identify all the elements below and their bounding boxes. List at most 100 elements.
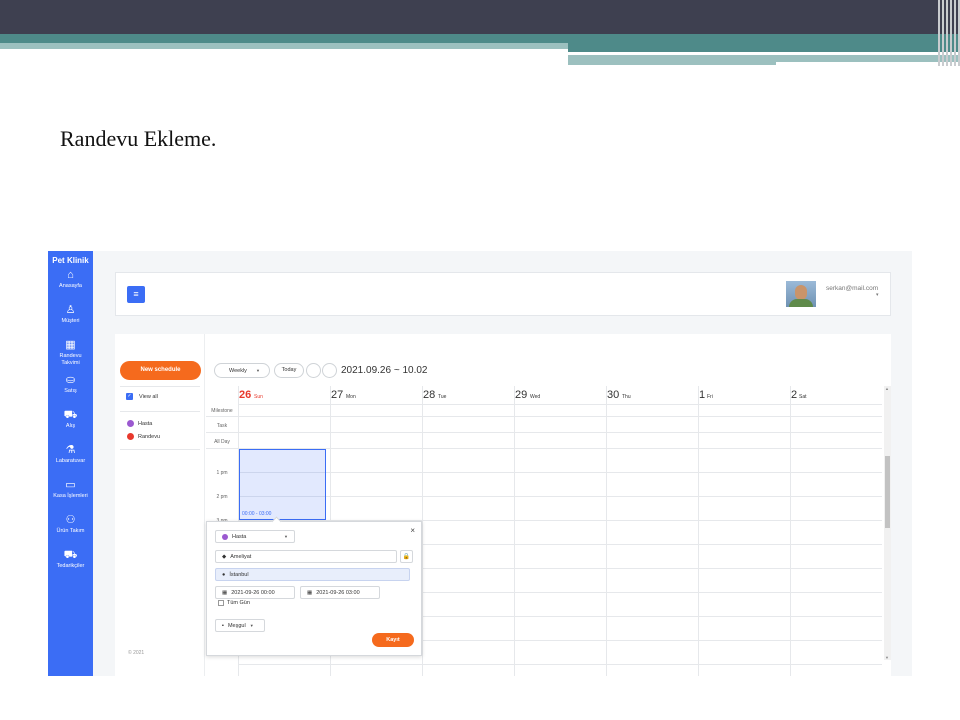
close-icon[interactable]: × (410, 526, 415, 535)
chevron-down-icon[interactable]: ▼ (885, 655, 889, 660)
avatar[interactable] (786, 281, 816, 307)
end-date-field[interactable]: ▦ 2021-09-26 03:00 (300, 586, 380, 599)
slide: Randevu Ekleme. Pet Klinik ⌂ Anasayfa ♙ … (0, 0, 960, 720)
user-icon: ♙ (65, 304, 76, 316)
sidebar-item-randevu-takvimi[interactable]: ▦ Randevu Takvimi (48, 339, 93, 374)
day-header: 1 Fri (698, 386, 790, 405)
sidebar-item-kasa-islemleri[interactable]: ▭ Kasa İşlemleri (48, 479, 93, 514)
time-selection[interactable]: 00:00 - 03:00 (239, 449, 326, 520)
sidebar: Pet Klinik ⌂ Anasayfa ♙ Müşteri ▦ Randev… (48, 251, 93, 676)
grid-line (238, 496, 882, 497)
top-header: ≡ serkan@mail.com ▾ (115, 272, 891, 316)
start-date-value: 2021-09-26 00:00 (231, 589, 275, 596)
row-label-all-day: All Day (214, 439, 230, 445)
sidebar-item-musteri[interactable]: ♙ Müşteri (48, 304, 93, 339)
location-pin-icon: ● (222, 571, 226, 578)
grid-line (514, 405, 515, 676)
sidebar-item-label: Randevu Takvimi (59, 353, 82, 366)
truck-icon: ⛟ (63, 409, 78, 421)
today-button[interactable]: Today (274, 363, 304, 378)
chevron-down-icon: ▼ (255, 368, 260, 373)
row-label-task: Task (216, 423, 228, 429)
chevron-down-icon: ▼ (249, 623, 254, 628)
day-header: 29 Wed (514, 386, 606, 405)
home-icon: ⌂ (67, 269, 74, 281)
sidebar-item-label: Anasayfa (59, 283, 82, 289)
sidebar-item-anasayfa[interactable]: ⌂ Anasayfa (48, 269, 93, 304)
sidebar-item-alis[interactable]: ⛟ Alış (48, 409, 93, 444)
end-date-value: 2021-09-26 03:00 (316, 589, 360, 596)
check-icon: ✓ (126, 393, 133, 400)
scrollbar-thumb[interactable] (885, 456, 890, 528)
menu-toggle-button[interactable]: ≡ (127, 286, 145, 303)
sidebar-item-label: Tedarikçiler (56, 563, 85, 569)
people-icon: ⚇ (65, 514, 76, 526)
truck-icon: ⛟ (63, 549, 78, 561)
view-all-toggle[interactable]: ✓ View all (126, 393, 158, 400)
slide-title: Randevu Ekleme. (60, 126, 217, 151)
view-all-label: View all (139, 393, 158, 400)
calendar-select[interactable]: Hasta ▼ (215, 530, 295, 543)
cash-icon: ▭ (65, 479, 76, 491)
day-header: 30 Thu (606, 386, 698, 405)
slide-header-bar (0, 0, 960, 34)
copyright-text: © 2021 (128, 650, 145, 656)
start-date-field[interactable]: ▦ 2021-09-26 00:00 (215, 586, 295, 599)
all-day-checkbox[interactable]: Tüm Gün (218, 600, 250, 606)
calendar-left-column: New schedule ✓ View all Hasta Randevu © … (115, 334, 205, 676)
divider (120, 449, 200, 450)
chevron-down-icon[interactable]: ▾ (876, 292, 879, 298)
grid-line (206, 416, 882, 417)
grid-scrollbar[interactable]: ▲ ▼ (884, 386, 891, 660)
schedule-creation-popup: × Hasta ▼ ◆ Ameliyat 🔒 ● İstanbul ▦ 2021… (206, 516, 422, 656)
selection-time-label: 00:00 - 03:00 (242, 511, 272, 517)
sidebar-item-tedarikciler[interactable]: ⛟ Tedarikçiler (48, 549, 93, 584)
day-header: 26 Sun (238, 386, 330, 405)
state-select-value: Meşgul (227, 622, 246, 629)
new-schedule-button[interactable]: New schedule (120, 361, 201, 380)
view-select-value: Weekly (229, 367, 247, 374)
lock-icon[interactable]: 🔒 (400, 550, 413, 563)
row-label-milestone: Milestone (211, 408, 233, 414)
calendar-color-dot (222, 533, 228, 540)
flask-icon: ⚗ (65, 444, 76, 456)
view-select[interactable]: Weekly ▼ (214, 363, 270, 378)
state-select[interactable]: ▪ Meşgul ▼ (215, 619, 265, 632)
calendar-item-randevu[interactable]: Randevu (127, 433, 160, 440)
slide-header-band (0, 34, 960, 43)
location-field[interactable]: ● İstanbul (215, 568, 410, 581)
calendar-item-hasta[interactable]: Hasta (127, 420, 152, 427)
slide-header-stripes (930, 0, 960, 66)
grid-line (238, 664, 882, 665)
sidebar-item-label: Labaratuvar (55, 458, 86, 464)
grid-line (790, 405, 791, 676)
sidebar-item-label: Ürün Takım (56, 528, 85, 534)
chevron-up-icon[interactable]: ▲ (885, 386, 889, 391)
calendar-color-dot (127, 420, 134, 427)
briefcase-icon: ▪ (222, 622, 224, 629)
grid-line (606, 405, 607, 676)
save-button[interactable]: Kayıt (372, 633, 414, 647)
slide-header-line (568, 52, 890, 54)
sidebar-item-satis[interactable]: ⛀ Satış (48, 374, 93, 409)
all-day-label: Tüm Gün (227, 600, 250, 606)
slide-header-band (568, 43, 960, 52)
calendar-icon: ▦ (307, 589, 313, 596)
calendar-item-label: Randevu (138, 433, 161, 440)
sidebar-item-labaratuvar[interactable]: ⚗ Labaratuvar (48, 444, 93, 479)
grid-line (698, 405, 699, 676)
day-header: 27 Mon (330, 386, 422, 405)
title-field[interactable]: ◆ Ameliyat (215, 550, 397, 563)
hour-label: 2 pm (216, 494, 228, 500)
grid-line (206, 432, 882, 433)
location-field-value: İstanbul (229, 571, 249, 578)
sidebar-item-urun-takim[interactable]: ⚇ Ürün Takım (48, 514, 93, 549)
prev-week-button[interactable] (306, 363, 321, 378)
calendar-select-value: Hasta (232, 533, 247, 540)
next-week-button[interactable] (322, 363, 337, 378)
grid-line (422, 405, 423, 676)
title-field-value: Ameliyat (230, 553, 252, 560)
grid-line (238, 472, 882, 473)
user-email[interactable]: serkan@mail.com (826, 285, 878, 292)
divider (120, 386, 200, 387)
